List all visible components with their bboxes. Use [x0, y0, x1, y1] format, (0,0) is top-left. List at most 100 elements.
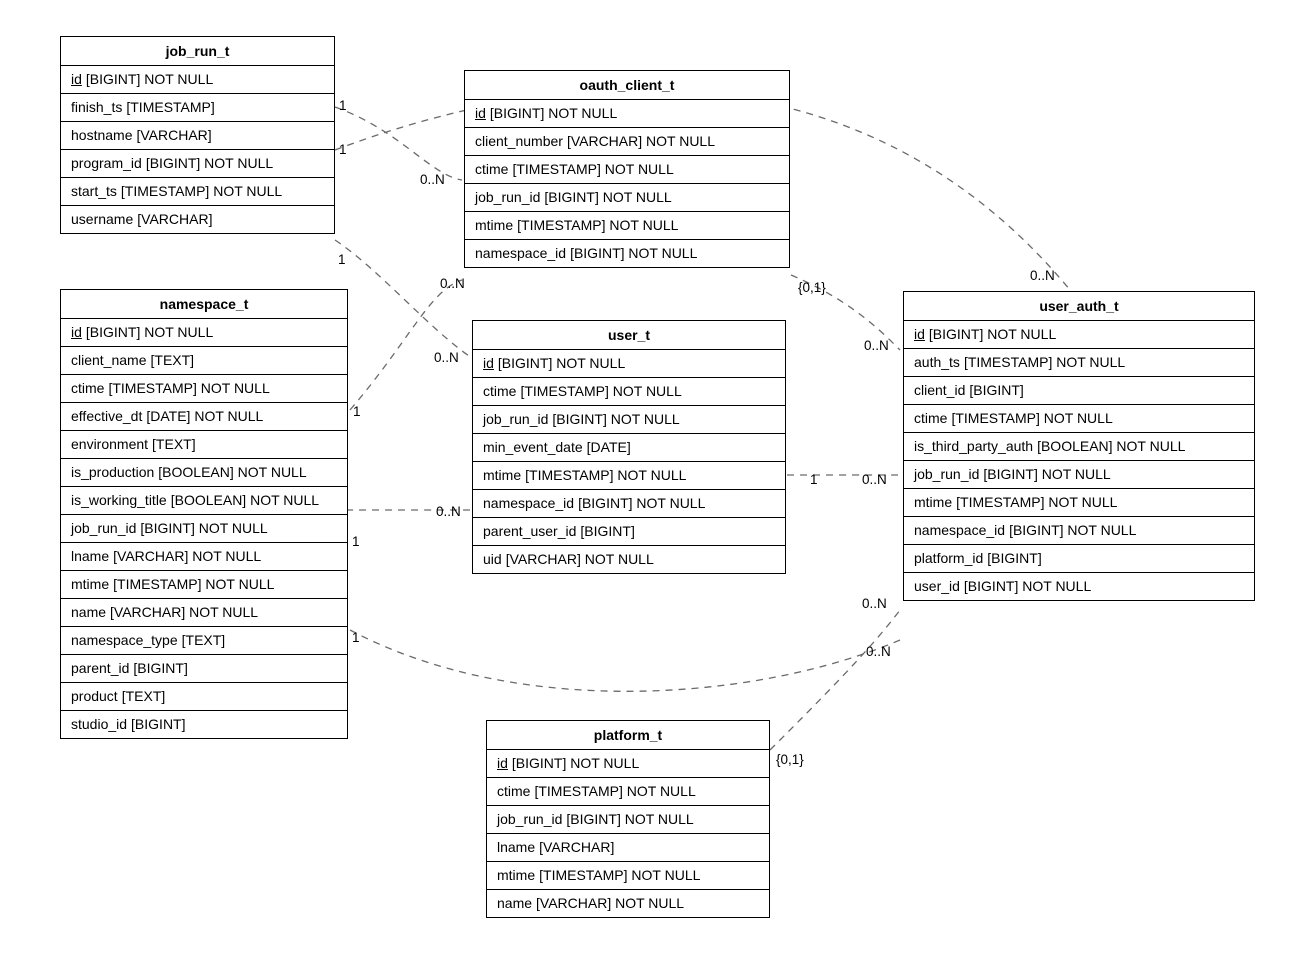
column-type: [VARCHAR] NOT NULL [567, 133, 715, 149]
column-list: id[BIGINT] NOT NULLctime[TIMESTAMP] NOT … [473, 350, 785, 573]
column-name: is_working_title [71, 492, 167, 508]
column-type: [VARCHAR] NOT NULL [110, 604, 258, 620]
column-type: [TIMESTAMP] [126, 99, 214, 115]
column-row: name[VARCHAR] NOT NULL [61, 599, 347, 627]
column-name: id [71, 324, 82, 340]
column-name: mtime [497, 867, 535, 883]
column-row: ctime[TIMESTAMP] NOT NULL [61, 375, 347, 403]
column-name: job_run_id [914, 466, 979, 482]
cardinality-label: 0..N [436, 504, 461, 519]
column-row: job_run_id[BIGINT] NOT NULL [473, 406, 785, 434]
column-type: [TIMESTAMP] NOT NULL [108, 380, 269, 396]
column-list: id[BIGINT] NOT NULLclient_number[VARCHAR… [465, 100, 789, 267]
column-row: hostname[VARCHAR] [61, 122, 334, 150]
column-type: [VARCHAR] NOT NULL [536, 895, 684, 911]
column-name: ctime [71, 380, 104, 396]
column-name: id [497, 755, 508, 771]
column-name: job_run_id [497, 811, 562, 827]
column-type: [TIMESTAMP] NOT NULL [512, 161, 673, 177]
column-name: user_id [914, 578, 960, 594]
column-row: mtime[TIMESTAMP] NOT NULL [904, 489, 1254, 517]
column-list: id[BIGINT] NOT NULLclient_name[TEXT]ctim… [61, 319, 347, 738]
column-name: program_id [71, 155, 142, 171]
column-name: job_run_id [71, 520, 136, 536]
cardinality-label: 0..N [866, 644, 891, 659]
table-title: oauth_client_t [465, 71, 789, 100]
column-row: client_number[VARCHAR] NOT NULL [465, 128, 789, 156]
table-user-auth-t: user_auth_t id[BIGINT] NOT NULLauth_ts[T… [903, 291, 1255, 601]
column-name: parent_user_id [483, 523, 576, 539]
column-row: username[VARCHAR] [61, 206, 334, 233]
column-name: ctime [914, 410, 947, 426]
cardinality-label: 0..N [440, 276, 465, 291]
column-type: [BOOLEAN] NOT NULL [171, 492, 319, 508]
column-name: namespace_id [475, 245, 566, 261]
column-row: id[BIGINT] NOT NULL [61, 319, 347, 347]
column-row: is_production[BOOLEAN] NOT NULL [61, 459, 347, 487]
column-name: platform_id [914, 550, 983, 566]
column-type: [BIGINT] [131, 716, 185, 732]
cardinality-label: 0..N [862, 596, 887, 611]
column-row: mtime[TIMESTAMP] NOT NULL [61, 571, 347, 599]
column-row: ctime[TIMESTAMP] NOT NULL [473, 378, 785, 406]
column-row: namespace_id[BIGINT] NOT NULL [904, 517, 1254, 545]
column-row: program_id[BIGINT] NOT NULL [61, 150, 334, 178]
column-name: mtime [914, 494, 952, 510]
column-name: name [497, 895, 532, 911]
column-row: uid[VARCHAR] NOT NULL [473, 546, 785, 573]
column-row: mtime[TIMESTAMP] NOT NULL [487, 862, 769, 890]
column-type: [BIGINT] NOT NULL [86, 71, 213, 87]
column-type: [TIMESTAMP] NOT NULL [517, 217, 678, 233]
cardinality-label: 0..N [862, 472, 887, 487]
cardinality-label: 1 [339, 142, 347, 157]
column-row: finish_ts[TIMESTAMP] [61, 94, 334, 122]
column-type: [TEXT] [151, 352, 195, 368]
table-user-t: user_t id[BIGINT] NOT NULLctime[TIMESTAM… [472, 320, 786, 574]
column-type: [VARCHAR] [539, 839, 614, 855]
column-type: [TEXT] [152, 436, 196, 452]
column-row: mtime[TIMESTAMP] NOT NULL [465, 212, 789, 240]
column-name: client_name [71, 352, 147, 368]
cardinality-label: 0..N [1030, 268, 1055, 283]
column-type: [VARCHAR] NOT NULL [113, 548, 261, 564]
column-row: environment[TEXT] [61, 431, 347, 459]
column-row: parent_user_id[BIGINT] [473, 518, 785, 546]
column-row: is_third_party_auth[BOOLEAN] NOT NULL [904, 433, 1254, 461]
column-type: [BIGINT] NOT NULL [578, 495, 705, 511]
table-platform-t: platform_t id[BIGINT] NOT NULLctime[TIME… [486, 720, 770, 918]
cardinality-label: {0,1} [776, 752, 804, 767]
cardinality-label: {0,1} [798, 280, 826, 295]
column-type: [TIMESTAMP] NOT NULL [113, 576, 274, 592]
column-type: [DATE] [587, 439, 631, 455]
column-row: id[BIGINT] NOT NULL [61, 66, 334, 94]
column-name: lname [497, 839, 535, 855]
column-row: client_id[BIGINT] [904, 377, 1254, 405]
column-type: [TIMESTAMP] NOT NULL [951, 410, 1112, 426]
column-name: parent_id [71, 660, 129, 676]
column-row: job_run_id[BIGINT] NOT NULL [61, 515, 347, 543]
column-type: [BIGINT] NOT NULL [86, 324, 213, 340]
column-row: start_ts[TIMESTAMP] NOT NULL [61, 178, 334, 206]
column-name: id [914, 326, 925, 342]
table-oauth-client-t: oauth_client_t id[BIGINT] NOT NULLclient… [464, 70, 790, 268]
column-type: [BOOLEAN] NOT NULL [158, 464, 306, 480]
column-list: id[BIGINT] NOT NULLauth_ts[TIMESTAMP] NO… [904, 321, 1254, 600]
column-name: ctime [475, 161, 508, 177]
column-name: effective_dt [71, 408, 142, 424]
column-row: job_run_id[BIGINT] NOT NULL [904, 461, 1254, 489]
table-title: job_run_t [61, 37, 334, 66]
column-row: effective_dt[DATE] NOT NULL [61, 403, 347, 431]
column-type: [BIGINT] NOT NULL [498, 355, 625, 371]
column-type: [BIGINT] NOT NULL [512, 755, 639, 771]
column-row: id[BIGINT] NOT NULL [487, 750, 769, 778]
cardinality-label: 1 [338, 252, 346, 267]
column-type: [BIGINT] NOT NULL [1009, 522, 1136, 538]
column-name: min_event_date [483, 439, 583, 455]
table-title: user_auth_t [904, 292, 1254, 321]
column-name: username [71, 211, 133, 227]
column-row: platform_id[BIGINT] [904, 545, 1254, 573]
table-namespace-t: namespace_t id[BIGINT] NOT NULLclient_na… [60, 289, 348, 739]
table-title: user_t [473, 321, 785, 350]
column-type: [BIGINT] [987, 550, 1041, 566]
column-name: mtime [475, 217, 513, 233]
